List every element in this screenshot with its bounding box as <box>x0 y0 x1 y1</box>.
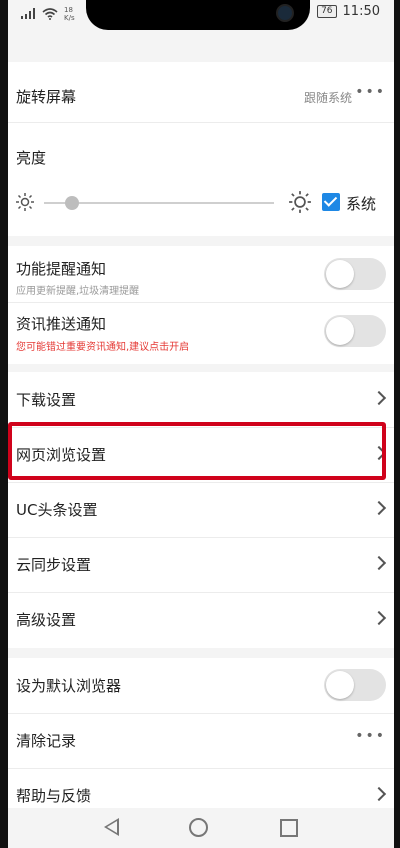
download-settings-label: 下载设置 <box>16 391 77 409</box>
more-dots-icon[interactable]: ••• <box>355 728 386 744</box>
more-dots-icon[interactable]: ••• <box>355 84 386 100</box>
net-speed-unit: K/s <box>64 14 75 22</box>
cloud-sync-settings-row[interactable]: 云同步设置 <box>8 537 394 593</box>
feature-notify-toggle[interactable] <box>324 258 386 290</box>
settings-list-card: 下载设置 网页浏览设置 UC头条设置 云同步设置 高级设置 <box>8 372 394 648</box>
toggle-knob <box>326 671 354 699</box>
system-brightness-checkbox[interactable] <box>322 193 340 211</box>
battery-indicator: 76 <box>317 5 337 18</box>
chevron-right-icon <box>371 786 387 802</box>
net-speed: 18 K/s <box>64 6 75 22</box>
uc-headlines-settings-row[interactable]: UC头条设置 <box>8 482 394 538</box>
settings-screen: 18 K/s 76 11:50 旋转屏幕 跟随系统 ••• 亮度 系统 功能提醒… <box>0 0 400 848</box>
display-card: 旋转屏幕 跟随系统 ••• 亮度 系统 <box>8 62 394 236</box>
system-brightness-label: 系统 <box>346 195 377 213</box>
default-browser-toggle[interactable] <box>324 669 386 701</box>
default-browser-row: 设为默认浏览器 <box>8 658 394 714</box>
advanced-settings-label: 高级设置 <box>16 611 77 629</box>
wifi-icon <box>42 8 58 20</box>
uc-headlines-settings-label: UC头条设置 <box>16 501 98 519</box>
front-camera <box>276 4 294 22</box>
chevron-right-icon <box>371 500 387 516</box>
clear-records-row[interactable]: 清除记录 ••• <box>8 713 394 769</box>
brightness-label: 亮度 <box>16 149 47 167</box>
phone-bezel-left <box>0 0 8 848</box>
status-right: 76 11:50 <box>317 4 380 19</box>
misc-settings-card: 设为默认浏览器 清除记录 ••• 帮助与反馈 <box>8 658 394 818</box>
status-left: 18 K/s <box>20 6 75 22</box>
brightness-section: 亮度 系统 <box>8 123 394 236</box>
rotate-screen-row[interactable]: 旋转屏幕 跟随系统 ••• <box>8 62 394 123</box>
news-push-label: 资讯推送通知 <box>16 315 107 333</box>
sun-icon <box>289 191 311 213</box>
camera-notch <box>86 0 310 30</box>
notifications-card: 功能提醒通知 应用更新提醒,垃圾清理提醒 资讯推送通知 您可能错过重要资讯通知,… <box>8 246 394 364</box>
news-push-row: 资讯推送通知 您可能错过重要资讯通知,建议点击开启 <box>8 303 394 363</box>
cloud-sync-settings-label: 云同步设置 <box>16 556 92 574</box>
brightness-slider-thumb[interactable] <box>64 196 79 210</box>
clear-records-label: 清除记录 <box>16 732 77 750</box>
sun-icon <box>16 193 34 211</box>
news-push-desc[interactable]: 您可能错过重要资讯通知,建议点击开启 <box>16 338 189 353</box>
news-push-toggle[interactable] <box>324 315 386 347</box>
chevron-right-icon <box>371 390 387 406</box>
rotate-screen-value: 跟随系统 <box>303 91 352 105</box>
chevron-right-icon <box>371 610 387 626</box>
download-settings-row[interactable]: 下载设置 <box>8 372 394 428</box>
toggle-knob <box>326 317 354 345</box>
chevron-right-icon <box>371 555 387 571</box>
help-feedback-label: 帮助与反馈 <box>16 787 92 805</box>
advanced-settings-row[interactable]: 高级设置 <box>8 592 394 647</box>
clock: 11:50 <box>342 4 380 19</box>
toggle-knob <box>326 260 354 288</box>
signal-icon <box>21 8 35 19</box>
highlight-frame <box>8 422 386 480</box>
feature-notify-label: 功能提醒通知 <box>16 260 107 278</box>
net-speed-value: 18 <box>64 6 73 14</box>
feature-notify-row: 功能提醒通知 应用更新提醒,垃圾清理提醒 <box>8 246 394 303</box>
phone-bezel-right <box>394 0 400 848</box>
rotate-screen-label: 旋转屏幕 <box>16 88 77 106</box>
system-nav-bar <box>8 808 394 848</box>
feature-notify-desc: 应用更新提醒,垃圾清理提醒 <box>16 286 140 297</box>
recent-apps-icon[interactable] <box>280 819 298 837</box>
back-icon[interactable] <box>104 818 119 836</box>
default-browser-label: 设为默认浏览器 <box>16 677 122 695</box>
home-icon[interactable] <box>189 818 208 837</box>
